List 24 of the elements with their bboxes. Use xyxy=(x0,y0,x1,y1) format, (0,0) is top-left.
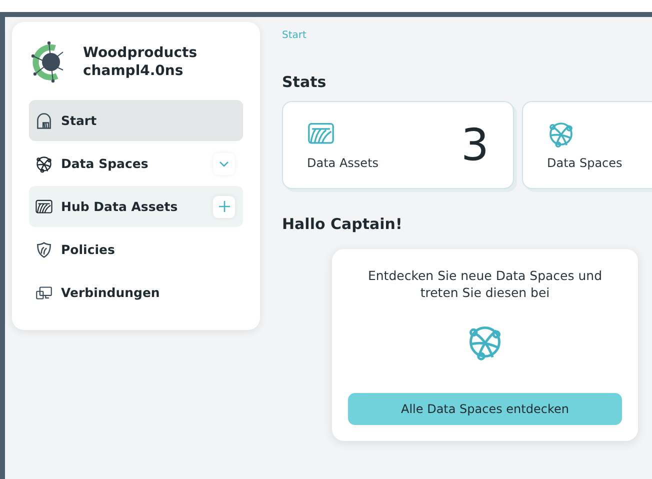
stat-value: 3 xyxy=(461,120,489,170)
discover-button[interactable]: Alle Data Spaces entdecken xyxy=(348,393,622,425)
house-icon xyxy=(35,112,53,130)
add-button[interactable] xyxy=(213,196,235,218)
nav-item[interactable]: Hub Data Assets xyxy=(29,186,243,227)
plus-icon xyxy=(218,201,230,212)
stat-label: Data Assets xyxy=(307,156,379,170)
globe-icon xyxy=(35,154,53,172)
devices-icon xyxy=(35,284,53,302)
brand-name: champl4.0ns xyxy=(83,62,184,80)
expand-button[interactable] xyxy=(213,152,235,174)
section-heading: Stats xyxy=(282,73,328,91)
nav-item[interactable]: Verbindungen xyxy=(29,272,243,313)
nav-item[interactable]: Data Spaces xyxy=(29,143,243,184)
nav-item[interactable]: Start xyxy=(29,100,243,141)
nav-item[interactable]: Policies xyxy=(29,229,243,270)
stat-label: Data Spaces xyxy=(547,156,622,170)
chevron-down-icon xyxy=(219,160,229,166)
globe-icon xyxy=(547,120,575,148)
shield-icon xyxy=(35,240,53,258)
brand-name: Woodproducts xyxy=(83,44,198,62)
welcome-text: Entdecken Sie neue Data Spaces und treten Sie diesen bei xyxy=(366,267,604,301)
greeting-heading: Hallo Captain! xyxy=(282,215,404,233)
chart-icon xyxy=(35,198,53,216)
